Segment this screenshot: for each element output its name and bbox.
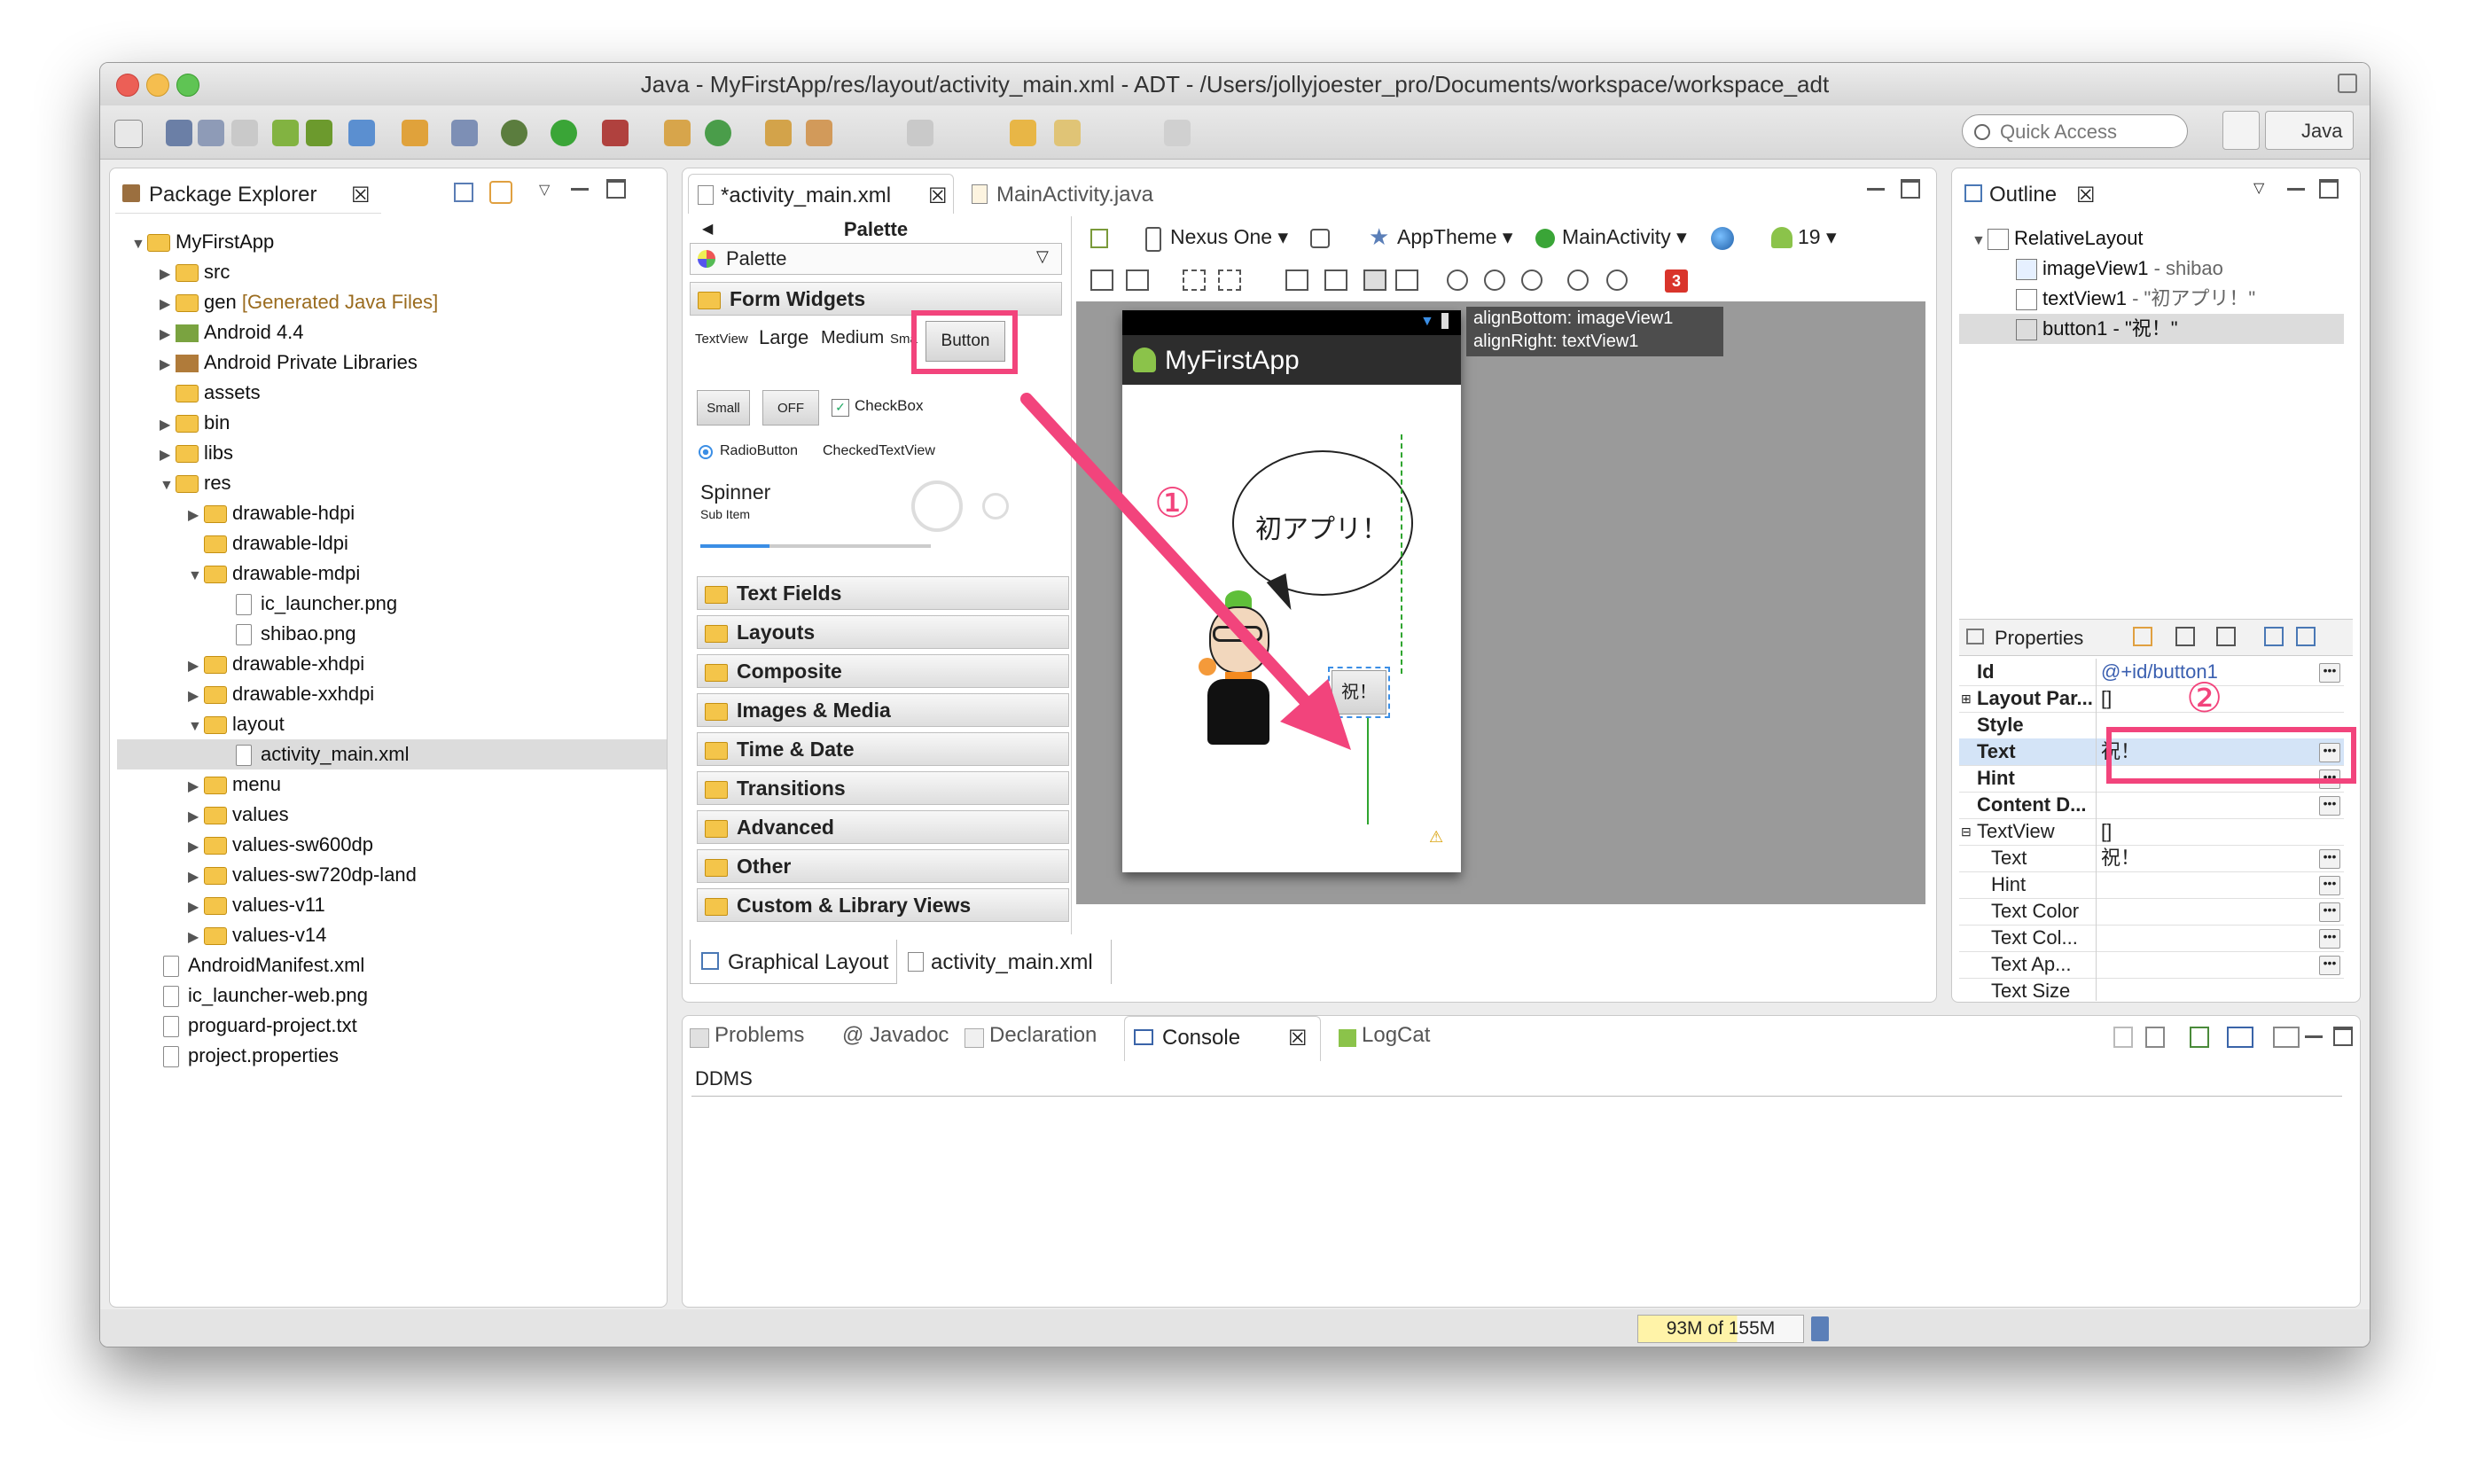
- arrow-shaft: [1020, 393, 1325, 722]
- annotation-circle-two: ②: [2186, 675, 2223, 721]
- annotation-arrow: [1020, 393, 1351, 750]
- annotation-circle-one: ①: [1154, 480, 1191, 526]
- text-property-highlight-box: [2106, 727, 2356, 784]
